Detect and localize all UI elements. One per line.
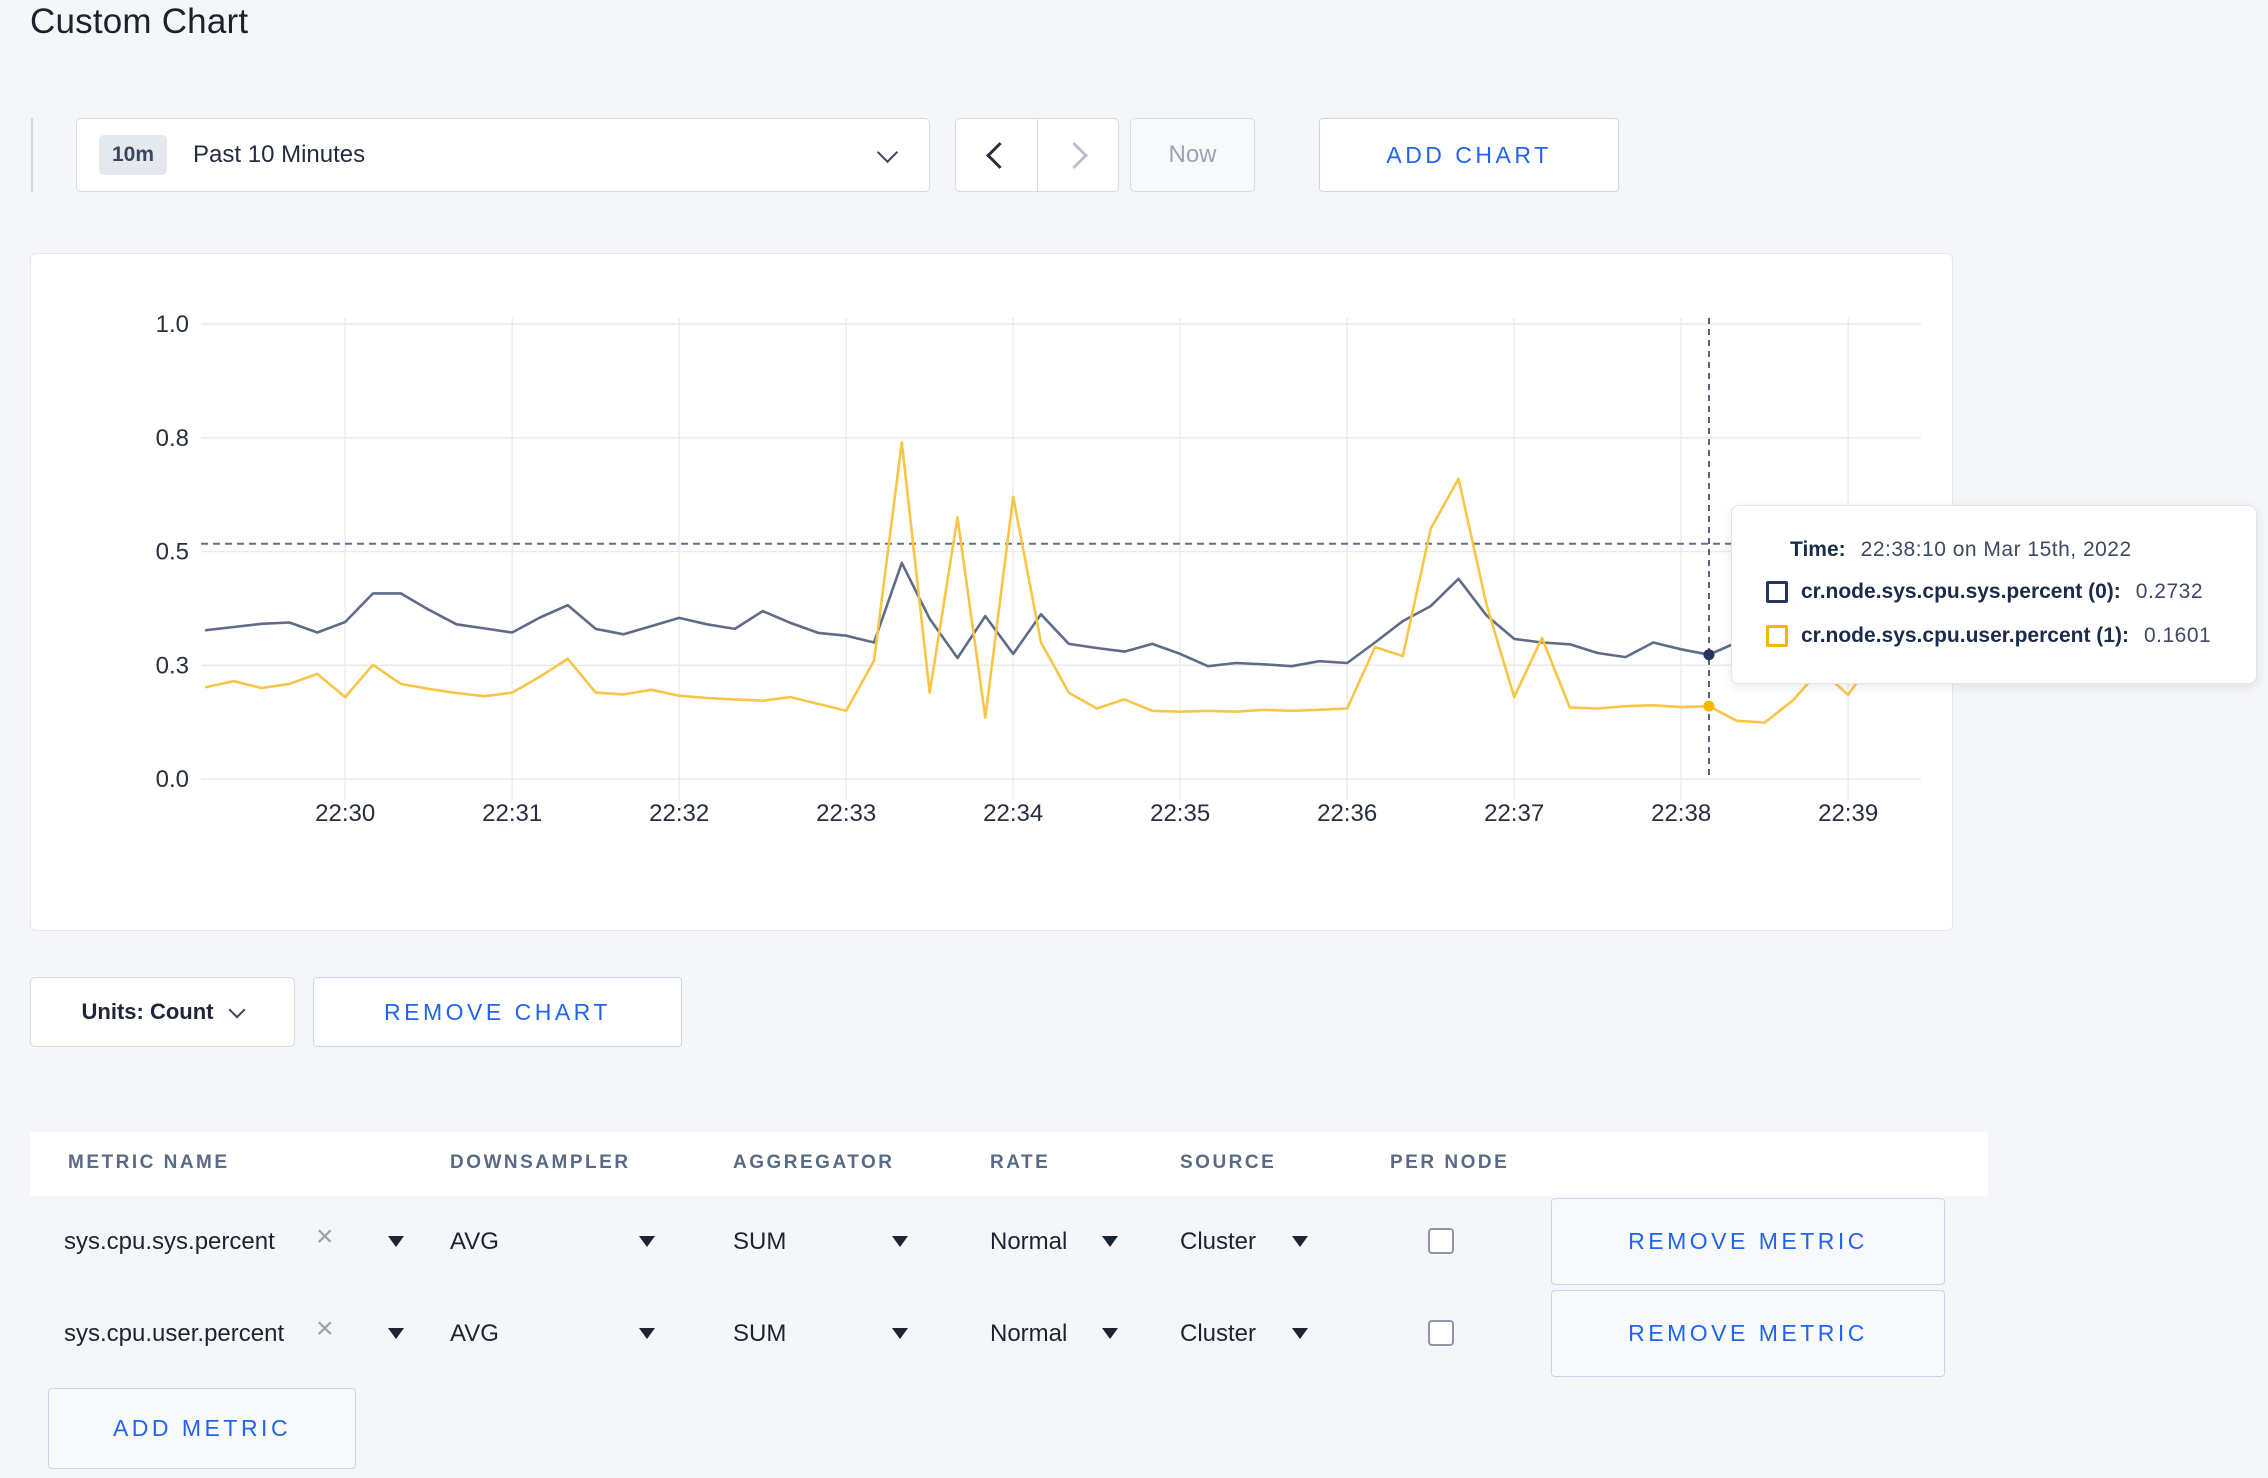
tooltip-series-value: 0.2732 [2135, 580, 2204, 603]
svg-text:22:30: 22:30 [315, 800, 375, 827]
svg-text:22:32: 22:32 [649, 800, 709, 827]
select-caret-icon [892, 1236, 908, 1247]
timeseries-chart[interactable]: 22:30 22:31 22:32 22:33 22:34 22:35 22:36 22:37… [31, 254, 1951, 929]
chart-panel[interactable]: 22:30 22:31 22:32 22:33 22:34 22:35 22:36 22:37… [30, 253, 1953, 931]
tooltip-time-label: Time: [1790, 538, 1846, 561]
select-caret-icon [388, 1328, 404, 1339]
svg-text:0.0: 0.0 [156, 766, 189, 793]
units-label: Units: Count [81, 999, 214, 1024]
chevron-right-icon [1061, 141, 1089, 169]
prev-time-button[interactable] [956, 119, 1037, 191]
clear-metric-icon[interactable]: × [316, 1314, 334, 1344]
select-caret-icon [639, 1328, 655, 1339]
svg-text:22:39: 22:39 [1818, 800, 1878, 827]
svg-text:22:36: 22:36 [1317, 800, 1377, 827]
column-header-per-node: PER NODE [1390, 1152, 1510, 1173]
tooltip-series-row: cr.node.sys.cpu.user.percent (1): 0.1601 [1732, 614, 2256, 658]
column-header-rate: RATE [990, 1152, 1051, 1173]
toolbar-divider [31, 118, 33, 192]
svg-text:22:38: 22:38 [1651, 800, 1711, 827]
metrics-table-header: METRIC NAME DOWNSAMPLER AGGREGATOR RATE … [30, 1132, 1988, 1196]
add-chart-button[interactable]: ADD CHART [1319, 118, 1619, 192]
tooltip-series-value: 0.1601 [2143, 624, 2212, 647]
aggregator-select[interactable]: SUM [733, 1288, 908, 1380]
select-caret-icon [1102, 1328, 1118, 1339]
time-range-badge: 10m [99, 135, 168, 175]
next-time-button[interactable] [1036, 119, 1119, 191]
chevron-down-icon [876, 141, 899, 164]
select-caret-icon [892, 1328, 908, 1339]
rate-select[interactable]: Normal [990, 1288, 1118, 1380]
column-header-aggregator: AGGREGATOR [733, 1152, 895, 1173]
svg-text:1.0: 1.0 [156, 311, 189, 338]
select-caret-icon [1292, 1328, 1308, 1339]
aggregator-select[interactable]: SUM [733, 1196, 908, 1288]
user-series-swatch-icon [1766, 625, 1788, 647]
tooltip-time-value: 22:38:10 on Mar 15th, 2022 [1860, 538, 2132, 561]
svg-text:22:34: 22:34 [983, 800, 1043, 827]
tooltip-time-row: Time: 22:38:10 on Mar 15th, 2022 [1732, 530, 2256, 570]
metric-name-select[interactable]: sys.cpu.sys.percent × [64, 1196, 404, 1288]
units-dropdown[interactable]: Units: Count [30, 977, 295, 1047]
column-header-downsampler: DOWNSAMPLER [450, 1152, 631, 1173]
page-title: Custom Chart [30, 2, 249, 41]
metric-name-select[interactable]: sys.cpu.user.percent × [64, 1288, 404, 1380]
remove-metric-button[interactable]: REMOVE METRIC [1551, 1290, 1945, 1377]
select-caret-icon [639, 1236, 655, 1247]
column-header-source: SOURCE [1180, 1152, 1277, 1173]
add-metric-button[interactable]: ADD METRIC [48, 1388, 356, 1469]
time-nav-group [955, 118, 1119, 192]
select-caret-icon [1292, 1236, 1308, 1247]
svg-text:0.8: 0.8 [156, 425, 189, 452]
select-caret-icon [1102, 1236, 1118, 1247]
aggregator-value: SUM [733, 1228, 787, 1255]
source-value: Cluster [1180, 1228, 1257, 1255]
clear-metric-icon[interactable]: × [316, 1222, 334, 1252]
column-header-metric-name: METRIC NAME [68, 1152, 230, 1173]
svg-text:0.3: 0.3 [156, 652, 189, 679]
downsampler-select[interactable]: AVG [450, 1196, 655, 1288]
chevron-down-icon [228, 1001, 246, 1019]
tooltip-series-label: cr.node.sys.cpu.sys.percent (0): [1801, 580, 2121, 603]
chart-hover-tooltip: Time: 22:38:10 on Mar 15th, 2022 cr.node… [1731, 505, 2257, 684]
svg-text:22:35: 22:35 [1150, 800, 1210, 827]
table-row: sys.cpu.user.percent × AVG SUM Normal Cl… [30, 1288, 1988, 1380]
svg-text:0.5: 0.5 [156, 539, 189, 566]
downsampler-value: AVG [450, 1228, 499, 1255]
select-caret-icon [388, 1236, 404, 1247]
source-select[interactable]: Cluster [1180, 1288, 1308, 1380]
downsampler-value: AVG [450, 1320, 499, 1347]
time-range-dropdown[interactable]: 10m Past 10 Minutes [76, 118, 930, 192]
svg-text:22:33: 22:33 [816, 800, 876, 827]
rate-value: Normal [990, 1320, 1068, 1347]
rate-value: Normal [990, 1228, 1068, 1255]
remove-metric-button[interactable]: REMOVE METRIC [1551, 1198, 1945, 1285]
chevron-left-icon [985, 141, 1013, 169]
source-value: Cluster [1180, 1320, 1257, 1347]
svg-text:22:37: 22:37 [1484, 800, 1544, 827]
metric-name-value: sys.cpu.user.percent [64, 1320, 285, 1347]
now-button[interactable]: Now [1130, 118, 1255, 192]
time-range-label: Past 10 Minutes [193, 141, 366, 168]
sys-series-swatch-icon [1766, 581, 1788, 603]
source-select[interactable]: Cluster [1180, 1196, 1308, 1288]
rate-select[interactable]: Normal [990, 1196, 1118, 1288]
per-node-checkbox[interactable] [1428, 1228, 1454, 1254]
tooltip-series-label: cr.node.sys.cpu.user.percent (1): [1801, 624, 2129, 647]
downsampler-select[interactable]: AVG [450, 1288, 655, 1380]
per-node-checkbox[interactable] [1428, 1320, 1454, 1346]
aggregator-value: SUM [733, 1320, 787, 1347]
remove-chart-button[interactable]: REMOVE CHART [313, 977, 682, 1047]
metric-name-value: sys.cpu.sys.percent [64, 1228, 275, 1255]
table-row: sys.cpu.sys.percent × AVG SUM Normal Clu… [30, 1196, 1988, 1288]
tooltip-series-row: cr.node.sys.cpu.sys.percent (0): 0.2732 [1732, 570, 2256, 614]
svg-text:22:31: 22:31 [482, 800, 542, 827]
